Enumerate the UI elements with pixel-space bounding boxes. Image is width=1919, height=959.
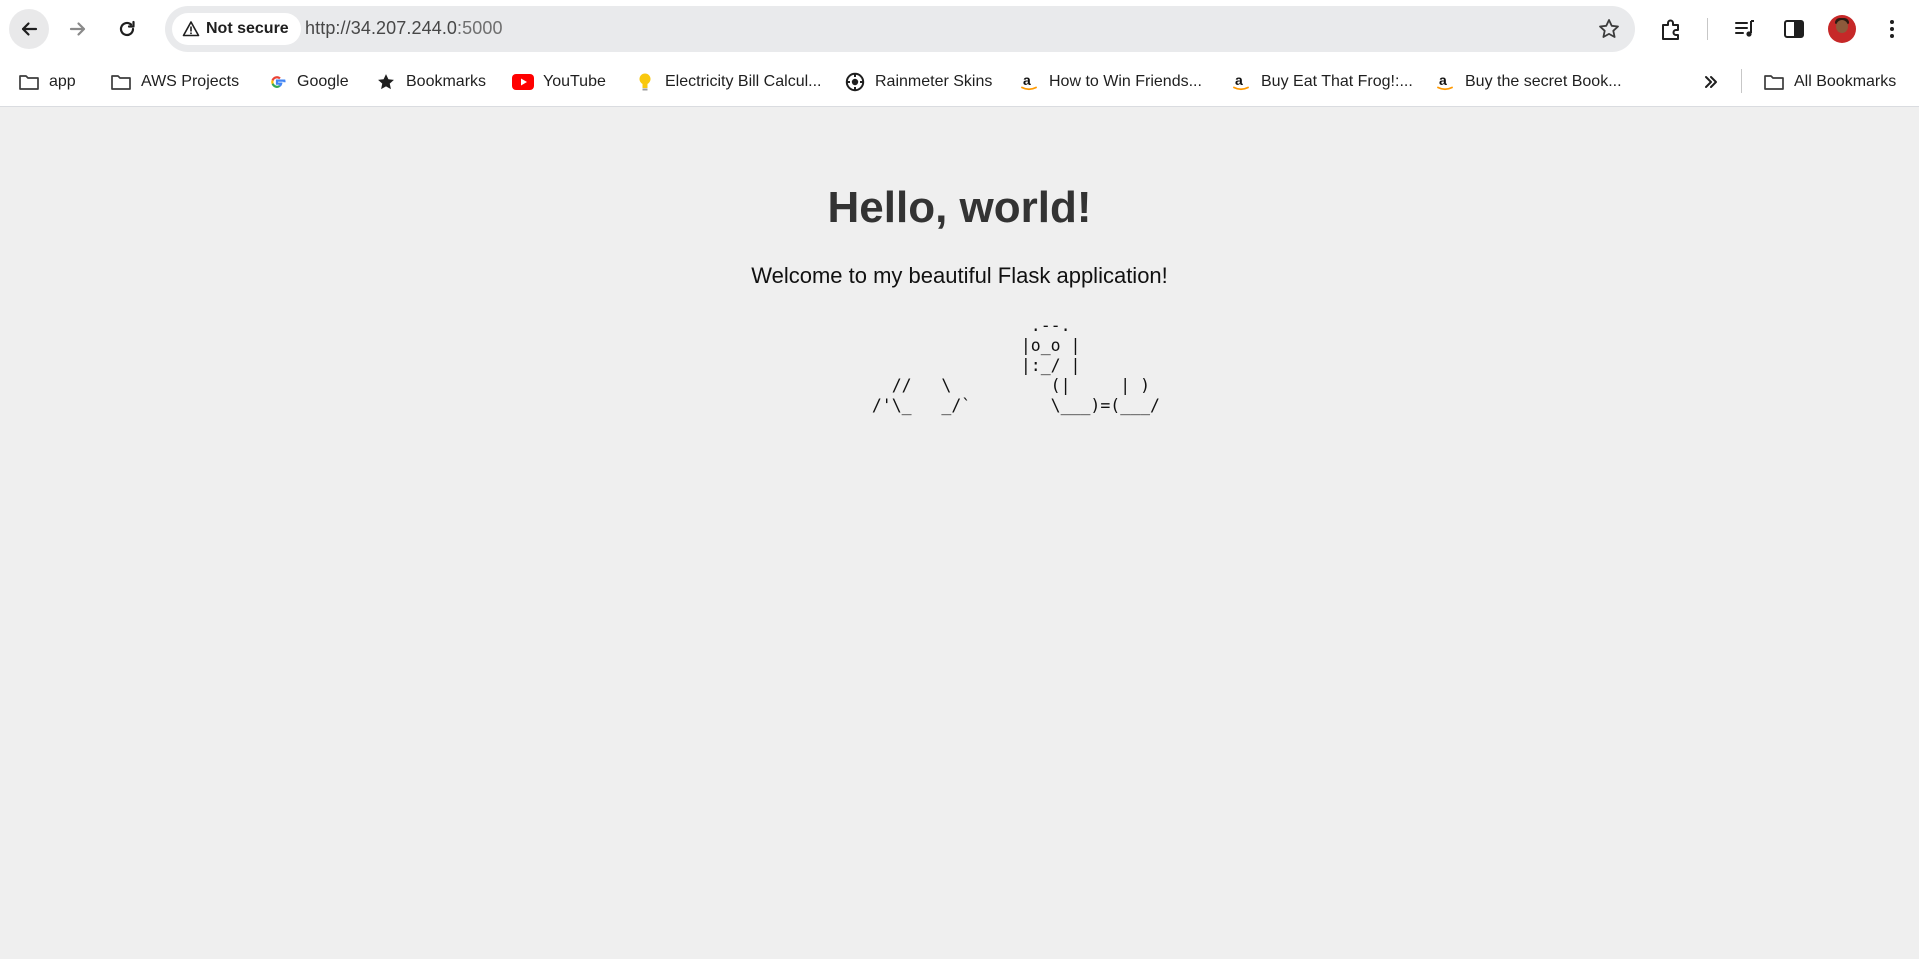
bookmarks-bar: app AWS Projects Google Bookmarks YouTub…	[0, 58, 1919, 107]
svg-text:a: a	[1235, 72, 1243, 88]
page-heading: Hello, world!	[827, 183, 1092, 232]
arrow-right-icon	[69, 22, 86, 36]
svg-text:a: a	[1439, 72, 1447, 88]
bookmark-youtube[interactable]: YouTube	[512, 68, 606, 96]
profile-avatar[interactable]	[1828, 15, 1856, 43]
side-panel-button[interactable]	[1782, 17, 1806, 46]
bookmark-secret-book[interactable]: a Buy the secret Book...	[1434, 68, 1622, 96]
amazon-icon: a	[1018, 71, 1040, 93]
star-filled-icon	[375, 71, 397, 93]
arrow-left-icon	[21, 22, 38, 36]
bookmark-label: Bookmarks	[406, 73, 487, 90]
all-bookmarks-button[interactable]: All Bookmarks	[1763, 68, 1896, 96]
browser-toolbar: Not secure http://34.207.244.0:5000	[0, 0, 1919, 58]
folder-icon	[110, 71, 132, 93]
bookmark-rainmeter-skins[interactable]: Rainmeter Skins	[844, 68, 992, 96]
reload-icon	[119, 20, 135, 37]
bookmark-label: YouTube	[543, 73, 606, 90]
bookmark-electricity-bill[interactable]: Electricity Bill Calcul...	[634, 68, 821, 96]
ascii-art: .--. |o_o | |:_/ | // \ (| | ) /'\_ _/` …	[871, 316, 1160, 415]
folder-icon	[1763, 71, 1785, 93]
rainmeter-icon	[844, 71, 866, 93]
bookmark-label: Buy the secret Book...	[1465, 73, 1622, 90]
bookmark-google[interactable]: Google	[266, 68, 349, 96]
media-control-button[interactable]	[1733, 17, 1757, 46]
bookmark-label: How to Win Friends...	[1049, 73, 1202, 90]
bookmark-label: app	[49, 73, 76, 90]
folder-icon	[18, 71, 40, 93]
all-bookmarks-label: All Bookmarks	[1794, 73, 1897, 90]
bookmark-label: Buy Eat That Frog!:...	[1261, 73, 1413, 90]
back-button[interactable]	[9, 9, 49, 49]
bookmark-how-to-win-friends[interactable]: a How to Win Friends...	[1018, 68, 1202, 96]
bookmark-aws-projects[interactable]: AWS Projects	[110, 68, 239, 96]
address-bar[interactable]: Not secure http://34.207.244.0:5000	[165, 6, 1635, 52]
warning-icon	[182, 21, 200, 37]
lightbulb-icon	[634, 71, 656, 93]
bookmark-bookmarks[interactable]: Bookmarks	[375, 68, 486, 96]
bookmark-eat-that-frog[interactable]: a Buy Eat That Frog!:...	[1230, 68, 1413, 96]
extensions-button[interactable]	[1658, 17, 1684, 48]
security-indicator[interactable]: Not secure	[172, 13, 301, 45]
google-icon	[266, 71, 288, 93]
media-queue-icon	[1735, 20, 1754, 37]
bookmark-label: AWS Projects	[141, 73, 240, 90]
bookmarks-overflow-button[interactable]	[1700, 68, 1722, 96]
avatar-face	[1836, 20, 1848, 33]
svg-text:a: a	[1023, 72, 1031, 88]
bookmark-label: Electricity Bill Calcul...	[665, 73, 822, 90]
amazon-icon: a	[1230, 71, 1252, 93]
url-text[interactable]: http://34.207.244.0:5000	[305, 18, 503, 39]
menu-button[interactable]	[1880, 17, 1904, 46]
reload-button[interactable]	[107, 9, 147, 49]
double-chevron-right-icon	[1700, 71, 1722, 93]
youtube-icon	[512, 71, 534, 93]
bookmark-app[interactable]: app	[18, 68, 76, 96]
bookmark-label: Rainmeter Skins	[875, 73, 993, 90]
bookmark-star-button[interactable]	[1597, 17, 1621, 46]
url-port: :5000	[457, 18, 503, 38]
forward-button[interactable]	[58, 9, 98, 49]
bookmark-label: Google	[297, 73, 349, 90]
toolbar-divider	[1707, 18, 1708, 40]
puzzle-icon	[1662, 19, 1679, 40]
amazon-icon: a	[1434, 71, 1456, 93]
bookmarks-divider	[1741, 69, 1742, 93]
url-host: http://34.207.244.0	[305, 18, 458, 38]
kebab-menu-icon	[1890, 20, 1894, 38]
security-label: Not secure	[206, 20, 289, 37]
welcome-text: Welcome to my beautiful Flask applicatio…	[751, 263, 1168, 288]
side-panel-icon	[1784, 20, 1804, 38]
star-outline-icon	[1599, 19, 1619, 38]
